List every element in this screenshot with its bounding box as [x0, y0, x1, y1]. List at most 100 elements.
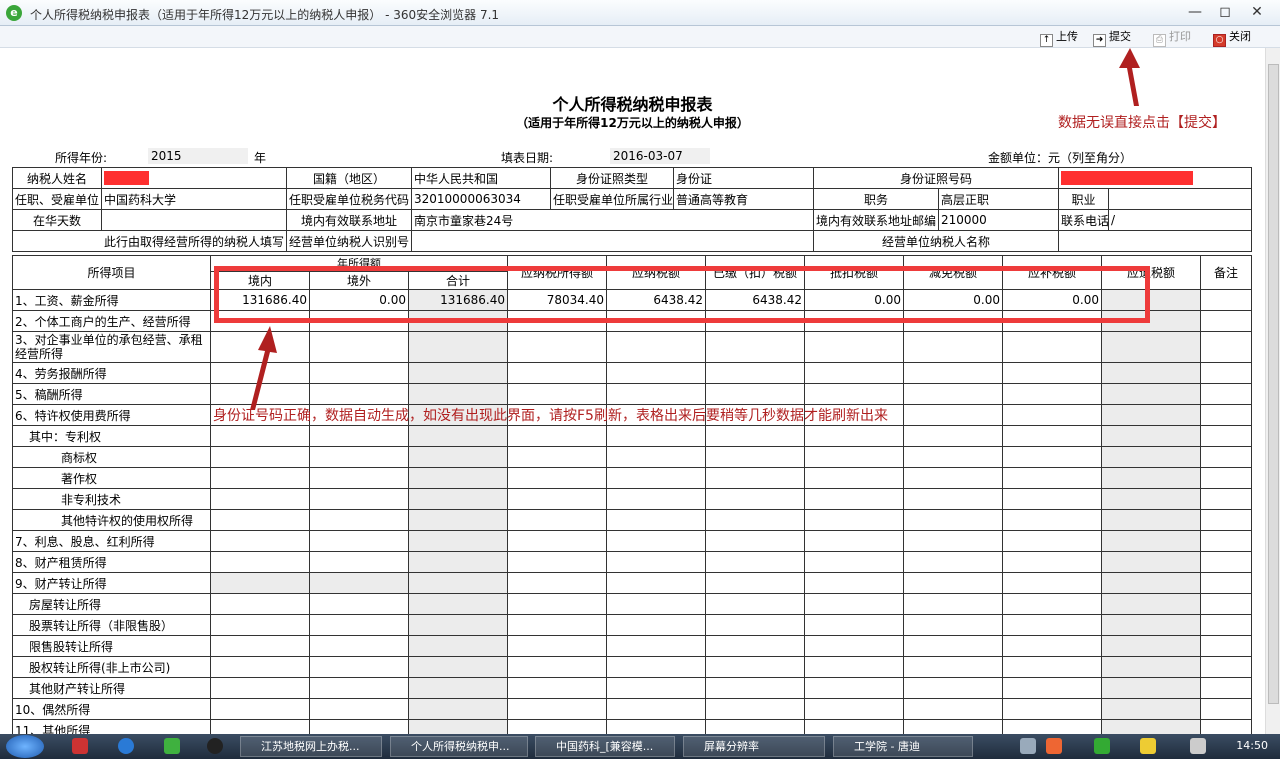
cell-paid[interactable] [705, 446, 806, 468]
cell-domestic[interactable] [210, 551, 310, 573]
cell-domestic[interactable] [210, 593, 310, 615]
cell-foreign[interactable] [309, 530, 409, 552]
cell-tax-payable[interactable] [606, 551, 707, 573]
cell-credit[interactable] [804, 698, 905, 720]
cell-foreign[interactable] [309, 677, 409, 699]
cell-credit[interactable] [804, 488, 905, 510]
scrollbar-thumb[interactable] [1268, 64, 1279, 704]
cell-supplement[interactable] [1002, 331, 1103, 363]
maximize-button[interactable]: ◻ [1210, 1, 1240, 23]
cell-remark[interactable] [1200, 593, 1253, 615]
cell-domestic[interactable] [210, 467, 310, 489]
cell-tax-payable[interactable] [606, 362, 707, 384]
cell-refund[interactable] [1101, 362, 1202, 384]
cell-remark[interactable] [1200, 362, 1253, 384]
taskbar-item[interactable]: 工学院 - 唐迪 [833, 736, 973, 757]
cell-total[interactable] [407, 362, 509, 384]
cell-remark[interactable] [1200, 719, 1253, 734]
cell-supplement[interactable] [1002, 551, 1103, 573]
cell-foreign[interactable] [309, 593, 409, 615]
cell-taxable[interactable] [507, 425, 608, 447]
cell-tax-payable[interactable] [606, 383, 707, 405]
taskbar-item[interactable]: 江苏地税网上办税... [240, 736, 382, 757]
cell-tax-payable[interactable] [606, 331, 707, 363]
cell-relief[interactable] [903, 593, 1004, 615]
idno-field[interactable] [1058, 167, 1253, 189]
cell-credit[interactable] [804, 362, 905, 384]
cell-credit[interactable] [804, 719, 905, 734]
cell-relief[interactable] [903, 404, 1004, 426]
year-field[interactable]: 2015 [148, 148, 248, 164]
cell-tax-payable[interactable] [606, 677, 707, 699]
cell-credit[interactable] [804, 614, 905, 636]
cell-paid[interactable] [705, 677, 806, 699]
cell-total[interactable] [407, 446, 509, 468]
bizid-field[interactable] [411, 230, 814, 252]
cell-credit[interactable] [804, 467, 905, 489]
cell-remark[interactable] [1200, 677, 1253, 699]
cell-remark[interactable] [1200, 698, 1253, 720]
cell-total[interactable] [407, 635, 509, 657]
cell-relief[interactable] [903, 635, 1004, 657]
cell-remark[interactable] [1200, 404, 1253, 426]
security-tray-icon[interactable] [1094, 738, 1110, 754]
cell-relief[interactable] [903, 362, 1004, 384]
cell-credit[interactable] [804, 593, 905, 615]
cell-remark[interactable] [1200, 310, 1253, 332]
cell-remark[interactable] [1200, 551, 1253, 573]
cell-total[interactable] [407, 530, 509, 552]
cell-remark[interactable] [1200, 425, 1253, 447]
cell-tax-payable[interactable] [606, 509, 707, 531]
taskbar-item[interactable]: 中国药科_[兼容模... [535, 736, 675, 757]
cell-refund[interactable] [1101, 614, 1202, 636]
cell-taxable[interactable] [507, 488, 608, 510]
cell-paid[interactable] [705, 383, 806, 405]
cell-domestic[interactable] [210, 698, 310, 720]
zip-field[interactable]: 210000 [937, 209, 1060, 231]
cell-remark[interactable] [1200, 467, 1253, 489]
cell-total[interactable] [407, 488, 509, 510]
cell-relief[interactable] [903, 383, 1004, 405]
cell-refund[interactable] [1101, 446, 1202, 468]
cell-credit[interactable] [804, 331, 905, 363]
cell-domestic[interactable] [210, 530, 310, 552]
cell-domestic[interactable] [210, 425, 310, 447]
cell-supplement[interactable] [1002, 593, 1103, 615]
cell-tax-payable[interactable] [606, 719, 707, 734]
cell-credit[interactable] [804, 383, 905, 405]
cell-paid[interactable] [705, 656, 806, 678]
cell-domestic[interactable] [210, 509, 310, 531]
cell-foreign[interactable] [309, 614, 409, 636]
cell-foreign[interactable] [309, 572, 409, 594]
cell-supplement[interactable] [1002, 614, 1103, 636]
cell-domestic[interactable] [210, 635, 310, 657]
cell-relief[interactable] [903, 488, 1004, 510]
cell-supplement[interactable] [1002, 656, 1103, 678]
cell-tax-payable[interactable] [606, 698, 707, 720]
cell-credit[interactable] [804, 551, 905, 573]
cell-taxable[interactable] [507, 593, 608, 615]
cell-total[interactable] [407, 614, 509, 636]
cell-refund[interactable] [1101, 698, 1202, 720]
cell-relief[interactable] [903, 572, 1004, 594]
cell-remark[interactable] [1200, 383, 1253, 405]
industry-field[interactable]: 普通高等教育 [673, 188, 814, 210]
employer-field[interactable]: 中国药科大学 [101, 188, 287, 210]
cell-taxable[interactable] [507, 635, 608, 657]
cell-foreign[interactable] [309, 509, 409, 531]
tray-icon-2[interactable] [1046, 738, 1062, 754]
cell-paid[interactable] [705, 509, 806, 531]
cell-remark[interactable] [1200, 614, 1253, 636]
cell-credit[interactable] [804, 656, 905, 678]
cell-total[interactable] [407, 425, 509, 447]
cell-relief[interactable] [903, 656, 1004, 678]
qq-icon[interactable] [207, 738, 223, 754]
cell-foreign[interactable] [309, 331, 409, 363]
cell-supplement[interactable] [1002, 488, 1103, 510]
addr-field[interactable]: 南京市童家巷24号 [411, 209, 814, 231]
cell-remark[interactable] [1200, 656, 1253, 678]
cell-foreign[interactable] [309, 425, 409, 447]
cell-relief[interactable] [903, 551, 1004, 573]
cell-foreign[interactable] [309, 698, 409, 720]
cell-remark[interactable] [1200, 446, 1253, 468]
